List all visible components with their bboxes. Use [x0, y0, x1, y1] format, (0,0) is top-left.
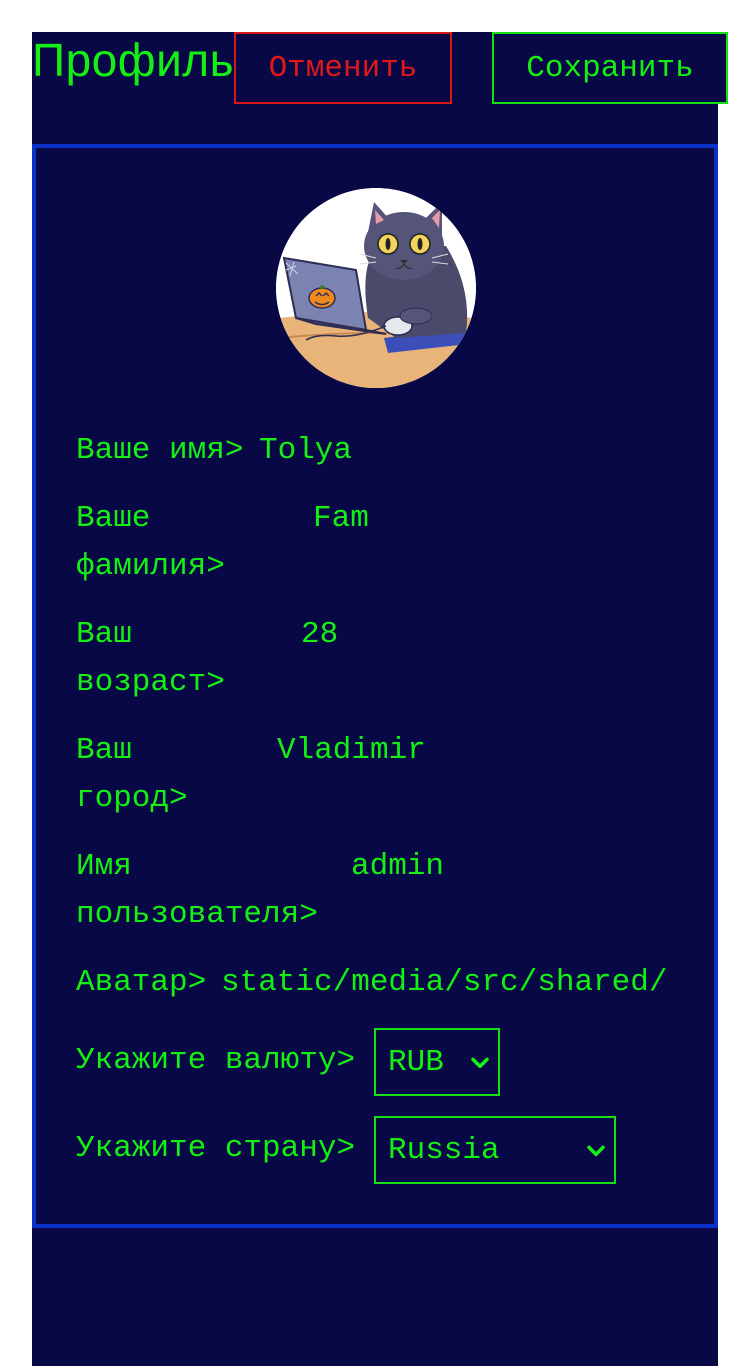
currency-select[interactable]: RUB [374, 1028, 500, 1096]
age-label-line2: возраст> [76, 665, 225, 700]
age-field[interactable]: 28 [301, 611, 651, 659]
first-name-label: Ваше имя> [76, 433, 244, 468]
cancel-button[interactable]: Отменить [234, 32, 452, 104]
first-name-field[interactable]: Tolya [259, 427, 659, 475]
username-label: Имя [76, 849, 132, 884]
city-field[interactable]: Vladimir [277, 727, 657, 775]
country-selected-value: Russia [388, 1132, 500, 1168]
city-label-line2: город> [76, 781, 188, 816]
username-field[interactable]: admin [351, 843, 651, 891]
username-label-line2: пользователя> [76, 897, 318, 932]
country-label: Укажите страну> [76, 1131, 356, 1166]
chevron-down-icon [587, 1145, 605, 1157]
currency-label: Укажите валюту> [76, 1043, 356, 1078]
chevron-down-icon [471, 1057, 489, 1069]
avatar-path-field[interactable]: static/media/src/shared/ [221, 959, 674, 1007]
last-name-label-line2: фамилия> [76, 549, 225, 584]
age-label: Ваш [76, 617, 132, 652]
save-button[interactable]: Сохранить [492, 32, 728, 104]
last-name-label: Ваше [76, 501, 151, 536]
cat-at-laptop-avatar-icon [276, 188, 476, 388]
last-name-field[interactable]: Fam [313, 495, 653, 543]
currency-selected-value: RUB [388, 1044, 444, 1080]
avatar [276, 188, 476, 388]
page-title: Профиль [32, 34, 235, 86]
avatar-label: Аватар> [76, 965, 207, 1000]
country-select[interactable]: Russia [374, 1116, 616, 1184]
city-label: Ваш [76, 733, 132, 768]
